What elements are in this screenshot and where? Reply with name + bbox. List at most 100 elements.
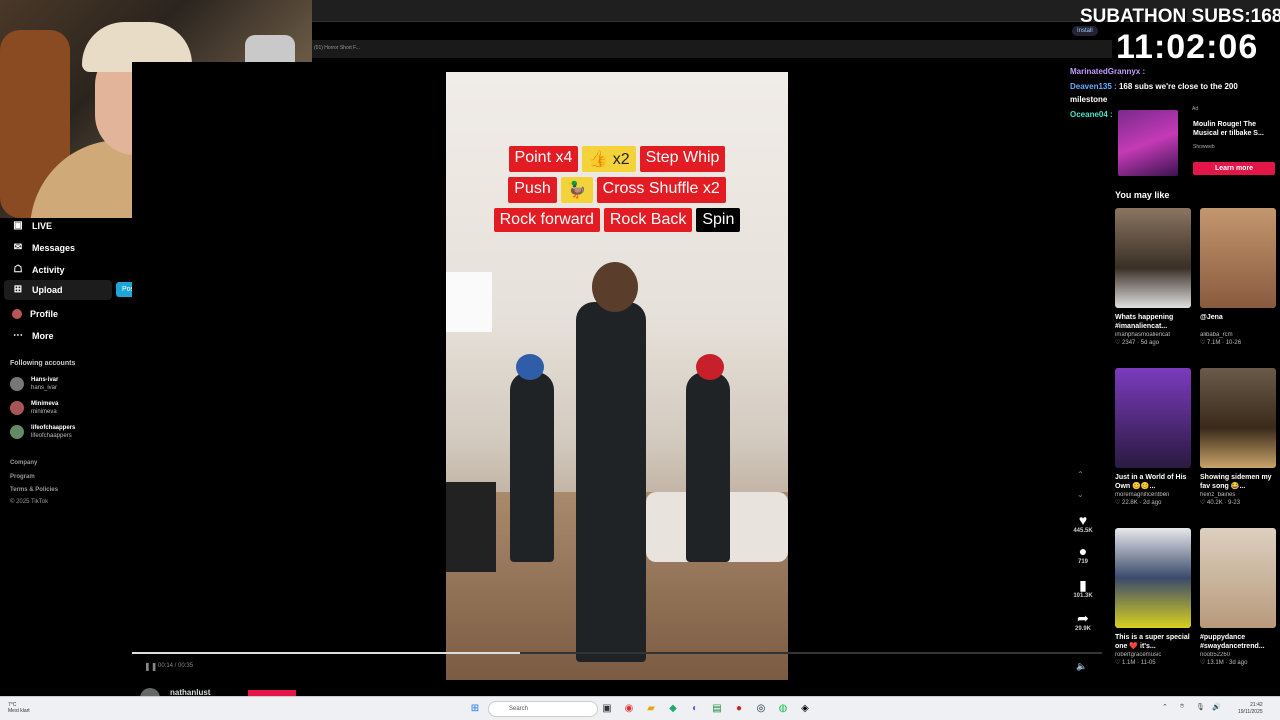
more-icon: ⋯ xyxy=(13,330,23,341)
volume-icon[interactable]: 🔈 xyxy=(1076,661,1087,672)
sidebar-item-label: More xyxy=(32,331,54,341)
windows-taskbar: 7°C Mest klart ⊞ ⌕ Search ▣ ◉ ▰ ◆ ◐ ▤ ● … xyxy=(0,696,1280,720)
card-stats: ♡ 1.1M · 11-05 xyxy=(1115,660,1156,666)
account-handle: minimeva xyxy=(31,409,57,415)
video-progress-fill xyxy=(132,652,520,654)
save-button[interactable]: ▮ 101.3K xyxy=(1066,577,1100,599)
windows-start-icon[interactable]: ⊞ xyxy=(468,702,482,716)
card-title: Just in a World of His Own 😊😊... xyxy=(1115,474,1187,490)
live-icon: ▣ xyxy=(13,220,23,231)
video-progress-bar[interactable] xyxy=(132,652,1102,654)
dancer-right xyxy=(686,372,730,562)
sidebar-item-messages[interactable]: ✉ Messages xyxy=(0,238,120,258)
chat-message: Oceane04 : xyxy=(1070,110,1113,119)
account-handle: lifeofchaappers xyxy=(31,433,72,439)
recommended-video-card[interactable]: This is a super special one ❤️ it's... r… xyxy=(1115,528,1191,666)
discord-icon[interactable]: ◐ xyxy=(688,702,702,716)
account-name: lifeofchaappers xyxy=(31,425,76,431)
move-tag: Cross Shuffle x2 xyxy=(596,177,726,203)
network-icon[interactable]: ⌾ xyxy=(1180,703,1184,711)
dancer-center xyxy=(576,302,646,662)
sidebar-item-profile[interactable]: Profile xyxy=(0,304,120,324)
weather-desc: Mest klart xyxy=(8,708,30,714)
clock-time: 21:42 xyxy=(1250,702,1263,708)
sidebar-item-label: Upload xyxy=(32,285,63,295)
pause-icon[interactable]: ❚❚ xyxy=(144,662,157,671)
browser-tab-title[interactable]: (01) Horror Short F... xyxy=(314,45,360,51)
like-button[interactable]: ♥ 445.5K xyxy=(1066,512,1100,534)
subathon-counter: SUBATHON SUBS:168 xyxy=(1080,6,1280,27)
sidebar-item-more[interactable]: ⋯ More xyxy=(0,326,120,346)
taskbar-clock[interactable]: 21:42 19/11/2025 xyxy=(1238,702,1263,716)
account-handle: hans_ivar xyxy=(31,385,58,391)
card-title: Showing sidemen my fav song 😂... xyxy=(1200,474,1272,490)
weather-widget[interactable]: 7°C Mest klart xyxy=(8,702,30,714)
following-account[interactable]: Minimeva minimeva xyxy=(10,400,58,416)
sidebar-item-upload[interactable]: ⊞ Upload xyxy=(4,280,112,300)
card-user: noob52260 xyxy=(1200,652,1231,658)
sidebar-item-label: LIVE xyxy=(32,221,53,231)
footer-link-terms[interactable]: Terms & Policies xyxy=(10,487,58,493)
app-icon[interactable]: ● xyxy=(732,702,746,716)
app-icon[interactable]: ▤ xyxy=(710,702,724,716)
footer-link-company[interactable]: Company xyxy=(10,460,37,466)
sidebar-item-live[interactable]: ▣ LIVE xyxy=(0,216,120,236)
share-button[interactable]: ➦ 29.9K xyxy=(1066,610,1100,632)
footer-link-program[interactable]: Program xyxy=(10,474,35,480)
share-count: 29.9K xyxy=(1074,626,1091,632)
video-player[interactable]: Point x4 👍 x2 Step Whip Push 🦆 Cross Shu… xyxy=(446,72,788,680)
sidebar-item-label: Activity xyxy=(32,265,65,275)
taskbar-search[interactable]: Search xyxy=(488,701,598,717)
sidebar-item-label: Messages xyxy=(32,243,76,253)
learn-more-button[interactable]: Learn more xyxy=(1193,162,1275,175)
obs-icon[interactable]: ◈ xyxy=(798,702,812,716)
steam-icon[interactable]: ◎ xyxy=(754,702,768,716)
file-explorer-icon[interactable]: ▰ xyxy=(644,702,658,716)
card-stats: ♡ 2347 · 5d ago xyxy=(1115,340,1160,346)
video-thumbnail[interactable] xyxy=(1115,368,1191,468)
ad-thumbnail[interactable] xyxy=(1118,110,1178,176)
recommended-video-card[interactable]: #puppydance #swaydancetrend... noob52260… xyxy=(1200,528,1276,666)
move-tag: 👍 x2 xyxy=(582,146,636,172)
recommended-video-card[interactable]: Just in a World of His Own 😊😊... moremag… xyxy=(1115,368,1191,506)
chevron-up-icon[interactable]: ⌃ xyxy=(1077,470,1084,479)
spotify-icon[interactable]: ◍ xyxy=(776,702,790,716)
chevron-down-icon[interactable]: ⌄ xyxy=(1077,490,1084,499)
card-stats: ♡ 7.1M · 10-26 xyxy=(1200,340,1242,346)
speaker-icon[interactable]: 🔊 xyxy=(1212,703,1221,711)
recommended-video-card[interactable]: @Jena alibaba_rcm ♡ 7.1M · 10-26 xyxy=(1200,208,1276,346)
card-title: @Jena xyxy=(1200,314,1223,321)
recommended-video-card[interactable]: Whats happening #imanaliencat... imanpha… xyxy=(1115,208,1191,346)
chrome-icon[interactable]: ◉ xyxy=(622,702,636,716)
clock-date: 19/11/2025 xyxy=(1238,709,1263,715)
card-user: alibaba_rcm xyxy=(1200,332,1233,338)
video-thumbnail[interactable] xyxy=(1200,528,1276,628)
video-thumbnail[interactable] xyxy=(1115,208,1191,308)
video-thumbnail[interactable] xyxy=(1200,208,1276,308)
following-account[interactable]: lifeofchaappers lifeofchaappers xyxy=(10,424,75,440)
video-thumbnail[interactable] xyxy=(1200,368,1276,468)
comment-button[interactable]: ● 719 xyxy=(1066,543,1100,565)
comment-count: 719 xyxy=(1077,559,1088,565)
ad-title[interactable]: Moulin Rouge! The Musical er tilbake S..… xyxy=(1193,120,1273,138)
move-tag: Step Whip xyxy=(639,146,726,172)
footer-copyright: © 2025 TikTok xyxy=(10,499,49,505)
chevron-up-icon[interactable]: ⌃ xyxy=(1162,703,1168,711)
activity-icon: ☖ xyxy=(13,264,23,275)
card-stats: ♡ 13.1M · 3d ago xyxy=(1200,660,1248,666)
chat-user: Deaven135 : xyxy=(1070,82,1117,91)
following-account[interactable]: Hans-ivar hans_ivar xyxy=(10,376,58,392)
chat-message: Deaven135 : 168 subs we're close to the … xyxy=(1070,82,1238,91)
save-count: 101.3K xyxy=(1073,593,1093,599)
mic-icon[interactable]: 🎙 xyxy=(1196,703,1205,711)
recommended-video-card[interactable]: Showing sidemen my fav song 😂... heinz_b… xyxy=(1200,368,1276,506)
sidebar-item-activity[interactable]: ☖ Activity xyxy=(0,260,120,280)
video-thumbnail[interactable] xyxy=(1115,528,1191,628)
ad-label: Ad xyxy=(1192,106,1199,112)
task-view-icon[interactable]: ▣ xyxy=(600,702,614,716)
account-name: Minimeva xyxy=(31,401,59,407)
chat-text: milestone xyxy=(1070,95,1108,104)
move-tag: Spin xyxy=(696,208,741,232)
app-icon[interactable]: ◆ xyxy=(666,702,680,716)
like-count: 445.5K xyxy=(1073,528,1093,534)
